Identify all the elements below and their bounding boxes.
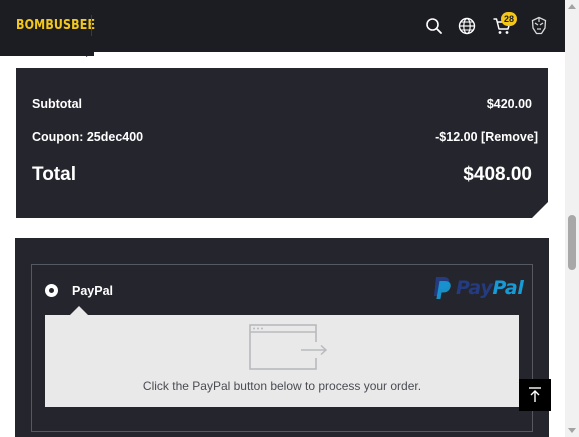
scroll-down-arrow-icon[interactable]: [568, 428, 576, 433]
paypal-wordmark: PayPal: [456, 277, 524, 299]
header-accent-strip: [0, 52, 94, 56]
coupon-value: -$12.00: [435, 130, 478, 144]
paypal-info-box: Click the PayPal button below to process…: [45, 306, 519, 407]
scrollbar-thumb[interactable]: [568, 215, 576, 270]
account-helmet-icon[interactable]: [529, 16, 549, 36]
header-accent-notch: [86, 52, 94, 57]
search-icon[interactable]: [424, 16, 444, 36]
page-scrollbar[interactable]: [565, 0, 579, 437]
payment-method-paypal[interactable]: PayPal PayPal Click the PayPal button be…: [31, 264, 533, 432]
header-divider: [91, 15, 92, 36]
paypal-logo: PayPal: [432, 275, 524, 301]
coupon-discount: -$12.00 [Remove]: [435, 130, 538, 144]
info-box-pointer: [70, 306, 88, 315]
browser-redirect-icon: [249, 324, 329, 370]
cart-count-badge: 28: [501, 12, 517, 26]
subtotal-label: Subtotal: [32, 97, 82, 111]
site-header: BOMBUSBEE 28: [0, 0, 565, 52]
payment-method-label[interactable]: PayPal: [72, 284, 113, 298]
total-label: Total: [32, 164, 76, 185]
globe-icon[interactable]: [457, 16, 477, 36]
payment-section: PayPal PayPal Click the PayPal button be…: [15, 238, 549, 437]
paypal-mark-icon: [434, 277, 451, 299]
subtotal-value: $420.00: [486, 97, 532, 111]
paypal-info-text: Click the PayPal button below to process…: [142, 379, 422, 393]
coupon-label: Coupon: 25dec400: [32, 130, 144, 144]
paypal-radio[interactable]: [45, 284, 58, 297]
site-logo[interactable]: BOMBUSBEE: [16, 18, 95, 33]
scroll-up-arrow-icon[interactable]: [568, 4, 576, 9]
arrow-up-icon: [529, 387, 541, 402]
remove-coupon-link[interactable]: [Remove]: [481, 130, 538, 144]
order-totals-card: Subtotal $420.00 Coupon: 25dec400 -$12.0…: [16, 68, 548, 218]
total-value: $408.00: [463, 164, 532, 185]
back-to-top-button[interactable]: [519, 379, 551, 411]
